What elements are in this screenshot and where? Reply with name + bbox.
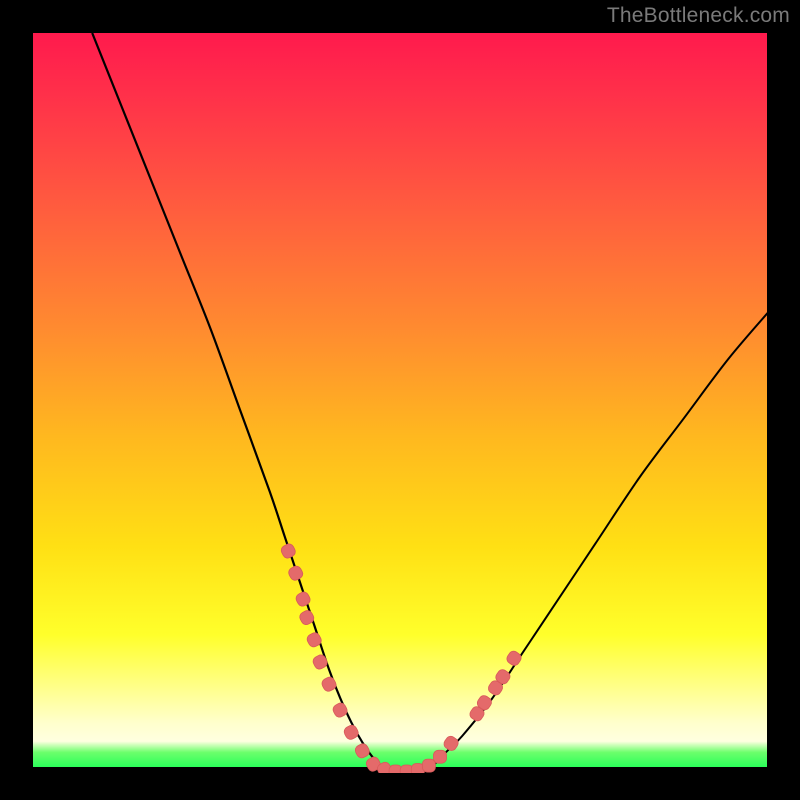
data-marker: [280, 542, 298, 560]
curve-right: [418, 307, 773, 773]
data-marker: [342, 724, 360, 742]
data-marker: [287, 564, 305, 582]
data-marker: [331, 701, 349, 719]
data-marker: [505, 649, 523, 667]
data-marker: [354, 742, 372, 760]
data-marker: [311, 653, 329, 671]
watermark-text: TheBottleneck.com: [607, 4, 790, 28]
data-marker: [434, 750, 447, 763]
marker-layer: [280, 542, 524, 773]
plot-area: [30, 30, 770, 770]
chart-stage: TheBottleneck.com: [0, 0, 800, 800]
data-marker: [442, 734, 460, 752]
data-marker: [294, 590, 312, 608]
curve-left: [92, 33, 388, 773]
data-marker: [422, 759, 435, 772]
plot-svg: [33, 33, 773, 773]
data-marker: [320, 675, 338, 693]
